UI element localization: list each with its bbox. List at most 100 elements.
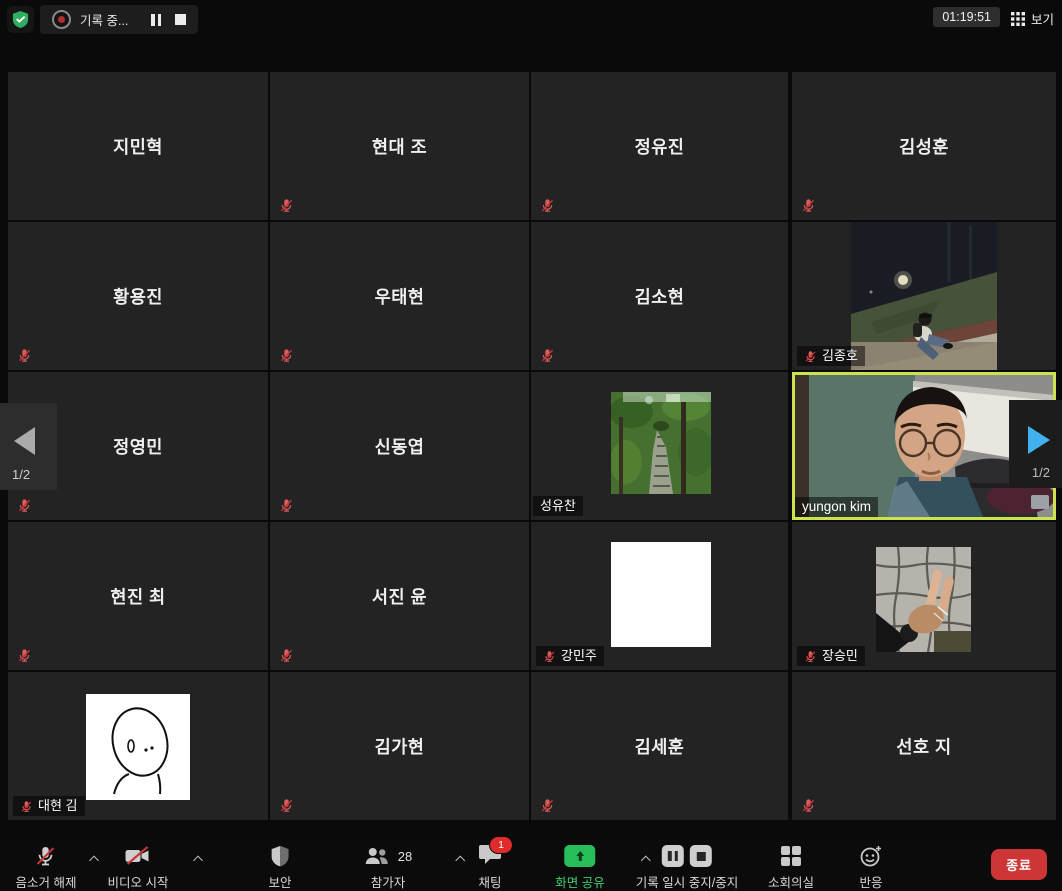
stop-recording-icon[interactable] (175, 14, 186, 25)
participant-tile[interactable]: 정유진 (531, 72, 788, 220)
participant-tile[interactable]: 현진 최 (8, 522, 268, 670)
participant-video-night-scene (851, 222, 997, 370)
security-shield-icon (269, 845, 290, 868)
participant-tile[interactable]: 대현 김 (8, 672, 268, 820)
breakout-rooms-icon (780, 845, 802, 867)
end-meeting-button[interactable]: 종료 (991, 849, 1047, 880)
start-video-button[interactable]: 비디오 시작 (108, 842, 169, 891)
reactions-smiley-icon (859, 844, 883, 868)
stop-recording-icon[interactable] (690, 845, 712, 867)
mic-muted-icon (540, 348, 555, 363)
participant-tile[interactable]: 김성훈 (792, 72, 1056, 220)
participant-tile[interactable]: 지민혁 (8, 72, 268, 220)
meeting-timer: 01:19:51 (933, 7, 1000, 27)
unmute-button[interactable]: 음소거 해제 (16, 842, 77, 891)
participant-tile[interactable]: 황용진 (8, 222, 268, 370)
previous-page-button[interactable]: 1/2 (0, 403, 57, 490)
participants-count: 28 (398, 849, 412, 864)
participant-tile[interactable]: 선호 지 (792, 672, 1056, 820)
participant-name: 김소현 (531, 222, 788, 370)
page-indicator: 1/2 (12, 467, 30, 482)
video-options-chevron[interactable] (194, 855, 203, 864)
view-button[interactable]: 보기 (1011, 9, 1054, 28)
page-indicator: 1/2 (1032, 465, 1050, 480)
participant-tile[interactable]: 현대 조 (270, 72, 529, 220)
mic-muted-icon (801, 798, 816, 813)
participant-video-garden-path (611, 392, 711, 494)
participant-tile[interactable]: 서진 윤 (270, 522, 529, 670)
participant-tile[interactable]: 신동엽 (270, 372, 529, 520)
participant-name: 현대 조 (270, 72, 529, 220)
participant-name: 신동엽 (270, 372, 529, 520)
participants-button[interactable]: 28 참가자 (364, 842, 412, 891)
participant-name: 황용진 (8, 222, 268, 370)
participant-tile[interactable]: 성유찬 (531, 372, 788, 520)
next-page-button[interactable]: 1/2 (1009, 400, 1062, 488)
video-off-icon (124, 845, 152, 867)
mic-muted-icon (279, 198, 294, 213)
participant-name: 성유찬 (540, 498, 576, 514)
mic-muted-icon (804, 350, 817, 363)
mic-muted-icon (17, 348, 32, 363)
view-label: 보기 (1031, 9, 1054, 28)
security-button[interactable]: 보안 (268, 842, 291, 891)
participants-label: 참가자 (371, 872, 406, 891)
recording-dot-icon (52, 10, 71, 29)
participant-name: 선호 지 (792, 672, 1056, 820)
breakout-rooms-button[interactable]: 소회의실 (768, 842, 814, 891)
participant-video-hand-photo (876, 547, 971, 652)
participant-name: yungon kim (802, 499, 871, 515)
mic-muted-icon (34, 844, 58, 868)
participant-tile[interactable]: 우태현 (270, 222, 529, 370)
participant-nameplate: 장승민 (797, 646, 865, 666)
arrow-right-icon (1028, 426, 1050, 454)
share-screen-button[interactable]: 화면 공유 (555, 842, 604, 891)
participant-name: 김종호 (822, 348, 858, 364)
mic-options-chevron[interactable] (90, 855, 99, 864)
pause-recording-icon[interactable] (151, 14, 161, 26)
participant-nameplate: 성유찬 (533, 496, 583, 516)
participant-name: 김가현 (270, 672, 529, 820)
participant-nameplate: yungon kim (795, 497, 878, 517)
participant-tile[interactable]: 김종호 (792, 222, 1056, 370)
mic-muted-icon (17, 498, 32, 513)
participant-avatar-doodle (86, 694, 190, 800)
participant-tile[interactable]: 장승민 (792, 522, 1056, 670)
chat-button[interactable]: 1 채팅 (478, 842, 502, 891)
participant-name: 우태현 (270, 222, 529, 370)
reactions-button[interactable]: 반응 (859, 842, 883, 891)
start-video-label: 비디오 시작 (108, 872, 169, 891)
participants-options-chevron[interactable] (456, 855, 465, 864)
pause-recording-icon[interactable] (662, 845, 684, 867)
security-label: 보안 (268, 872, 291, 891)
participant-tile[interactable]: 김가현 (270, 672, 529, 820)
top-bar: 기록 중... 01:19:51 보기 (0, 0, 1062, 40)
participant-nameplate: 김종호 (797, 346, 865, 366)
mic-muted-icon (279, 348, 294, 363)
share-screen-label: 화면 공유 (555, 872, 604, 891)
recording-controls-label: 기록 일시 중지/중지 (636, 872, 738, 891)
arrow-left-icon (14, 427, 35, 455)
participant-tile[interactable]: 김소현 (531, 222, 788, 370)
security-shield-icon (11, 10, 30, 29)
meeting-info-shield-button[interactable] (7, 6, 34, 33)
reactions-label: 반응 (859, 872, 882, 891)
participant-tile[interactable]: 강민주 (531, 522, 788, 670)
meeting-toolbar: 음소거 해제 비디오 시작 보안 (0, 838, 1062, 891)
participant-name: 장승민 (822, 648, 858, 664)
unmute-label: 음소거 해제 (16, 872, 77, 891)
participant-name: 강민주 (561, 648, 597, 664)
chat-label: 채팅 (478, 872, 501, 891)
mic-muted-icon (540, 798, 555, 813)
participant-name: 김세훈 (531, 672, 788, 820)
recording-controls-button[interactable]: 기록 일시 중지/중지 (636, 842, 738, 891)
participants-icon (364, 846, 390, 866)
participant-nameplate: 대현 김 (13, 796, 85, 816)
mic-muted-icon (20, 800, 33, 813)
breakout-rooms-label: 소회의실 (768, 872, 814, 891)
participant-nameplate: 강민주 (536, 646, 604, 666)
chat-unread-badge: 1 (489, 836, 513, 854)
participant-tile[interactable]: 김세훈 (531, 672, 788, 820)
participant-name: 대현 김 (38, 798, 78, 814)
mic-muted-icon (17, 648, 32, 663)
